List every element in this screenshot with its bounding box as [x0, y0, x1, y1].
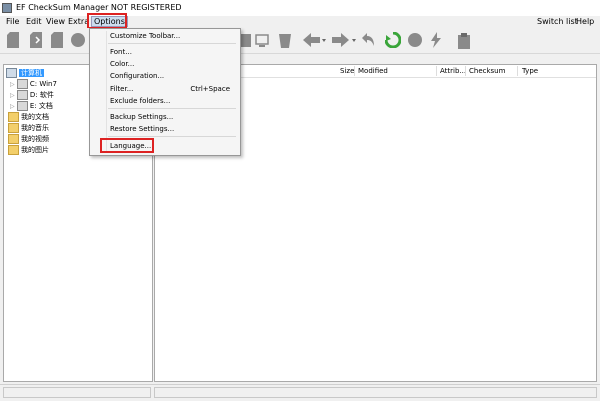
folder-icon	[8, 145, 19, 155]
column-divider[interactable]	[517, 66, 518, 76]
column-modified[interactable]: Modified	[358, 67, 388, 75]
filter-shortcut: Ctrl+Space	[190, 85, 230, 93]
menu-options[interactable]: Options	[91, 16, 128, 27]
tree-root[interactable]: 计算机	[6, 68, 44, 78]
tree-folder[interactable]: 我的音乐	[8, 123, 49, 133]
menu-item-font[interactable]: Font...	[110, 48, 132, 56]
menu-item-backup-settings[interactable]: Backup Settings...	[110, 113, 173, 121]
expand-icon[interactable]: ▷	[10, 81, 15, 88]
save-icon[interactable]	[50, 32, 64, 48]
stop-icon[interactable]	[407, 32, 423, 48]
menu-separator	[108, 136, 236, 137]
menu-switch-list[interactable]: Switch list	[537, 17, 578, 26]
menu-item-restore-settings[interactable]: Restore Settings...	[110, 125, 174, 133]
refresh-icon[interactable]	[385, 32, 401, 48]
circle-icon[interactable]	[70, 32, 86, 48]
menu-item-color[interactable]: Color...	[110, 60, 134, 68]
clipboard-icon[interactable]	[456, 32, 472, 50]
menu-view[interactable]: View	[44, 17, 67, 26]
column-divider[interactable]	[436, 66, 437, 76]
status-bar	[0, 384, 600, 401]
menu-item-exclude-folders[interactable]: Exclude folders...	[110, 97, 170, 105]
computer-icon	[6, 68, 17, 78]
drive-icon	[16, 79, 28, 89]
back-icon[interactable]	[302, 32, 326, 48]
title-bar: EF CheckSum Manager NOT REGISTERED	[0, 0, 600, 17]
undo-icon[interactable]	[360, 32, 376, 48]
status-segment	[154, 387, 597, 398]
tree-folder[interactable]: 我的视频	[8, 134, 49, 144]
window-title: EF CheckSum Manager NOT REGISTERED	[16, 3, 182, 12]
column-divider[interactable]	[465, 66, 466, 76]
tree-drive[interactable]: ▷ D: 软件	[10, 90, 54, 100]
menu-file[interactable]: File	[4, 17, 21, 26]
app-icon	[2, 3, 12, 13]
lightning-icon[interactable]	[430, 32, 442, 48]
menu-bar: File Edit View Extra Options Switch list…	[0, 16, 600, 28]
folder-icon	[8, 134, 19, 144]
delete-icon[interactable]	[278, 32, 292, 48]
column-divider[interactable]	[354, 66, 355, 76]
folder-icon	[8, 123, 19, 133]
tree-drive[interactable]: ▷ C: Win7	[10, 79, 57, 89]
tree-folder[interactable]: 我的图片	[8, 145, 49, 155]
menu-gutter	[106, 31, 107, 153]
menu-item-language[interactable]: Language...	[110, 142, 151, 150]
drive-icon	[16, 101, 28, 111]
menu-help[interactable]: Help	[576, 17, 594, 26]
folder-icon	[8, 112, 19, 122]
forward-icon[interactable]	[330, 32, 356, 48]
tree-folder[interactable]: 我的文档	[8, 112, 49, 122]
menu-item-filter[interactable]: Filter...	[110, 85, 133, 93]
expand-icon[interactable]: ▷	[10, 92, 15, 99]
open-icon[interactable]	[29, 32, 43, 48]
menu-item-configuration[interactable]: Configuration...	[110, 72, 164, 80]
column-type[interactable]: Type	[522, 67, 538, 75]
column-size[interactable]: Size	[340, 67, 354, 75]
options-dropdown: Customize Toolbar... Font... Color... Co…	[89, 28, 241, 156]
menu-separator	[108, 43, 236, 44]
menu-extra[interactable]: Extra	[66, 17, 91, 26]
status-segment	[3, 387, 151, 398]
tree-drive[interactable]: ▷ E: 文档	[10, 101, 53, 111]
column-attrib[interactable]: Attrib...	[440, 67, 466, 75]
expand-icon[interactable]: ▷	[10, 103, 15, 110]
menu-separator	[108, 108, 236, 109]
drive-icon	[16, 90, 28, 100]
new-icon[interactable]	[6, 32, 20, 48]
window-icon[interactable]	[254, 32, 272, 48]
menu-item-customize-toolbar[interactable]: Customize Toolbar...	[110, 32, 180, 40]
column-checksum[interactable]: Checksum	[469, 67, 505, 75]
menu-edit[interactable]: Edit	[24, 17, 44, 26]
